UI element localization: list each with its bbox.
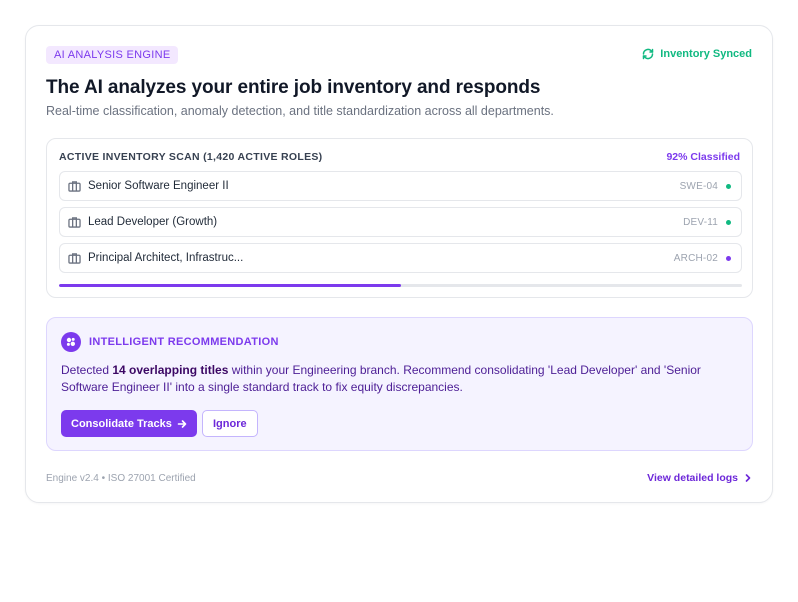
role-row[interactable]: Senior Software Engineer II SWE-04 [59, 171, 742, 201]
scan-progress-bar [59, 284, 742, 287]
role-row[interactable]: Lead Developer (Growth) DEV-11 [59, 207, 742, 237]
status-dot [726, 219, 731, 225]
role-list: Senior Software Engineer II SWE-04 Lead … [59, 171, 742, 279]
sync-status: Inventory Synced [642, 48, 752, 60]
recommendation-text-before: Detected [61, 363, 113, 377]
sync-status-label: Inventory Synced [660, 48, 752, 60]
briefcase-icon [68, 216, 81, 228]
ignore-button[interactable]: Ignore [202, 410, 258, 437]
briefcase-icon [68, 252, 81, 264]
view-detailed-logs-link[interactable]: View detailed logs [647, 472, 752, 484]
recommendation-panel: INTELLIGENT RECOMMENDATION Detected 14 o… [46, 317, 753, 451]
analysis-card: AI ANALYSIS ENGINE Inventory Synced The … [25, 25, 773, 503]
consolidate-tracks-label: Consolidate Tracks [71, 417, 172, 430]
refresh-icon [642, 48, 654, 60]
role-row[interactable]: Principal Architect, Infrastruc... ARCH-… [59, 243, 742, 273]
role-title: Lead Developer (Growth) [88, 216, 218, 228]
recommendation-heading: INTELLIGENT RECOMMENDATION [89, 336, 279, 348]
engine-version: Engine v2.4 • ISO 27001 Certified [46, 473, 196, 484]
sparkle-icon [61, 332, 81, 352]
chevron-right-icon [744, 474, 752, 482]
briefcase-icon [68, 180, 81, 192]
status-dot [726, 255, 731, 261]
view-detailed-logs-label: View detailed logs [647, 472, 738, 484]
page-subtitle: Real-time classification, anomaly detect… [46, 104, 554, 118]
recommendation-highlight: 14 overlapping titles [112, 363, 229, 377]
status-dot [726, 183, 731, 189]
inventory-scan-panel: ACTIVE INVENTORY SCAN (1,420 ACTIVE ROLE… [46, 138, 753, 298]
recommendation-text: Detected 14 overlapping titles within yo… [61, 362, 731, 396]
role-code: DEV-11 [683, 216, 718, 228]
arrow-right-icon [177, 419, 187, 429]
page-title: The AI analyzes your entire job inventor… [46, 77, 541, 98]
classified-percent: 92% Classified [666, 151, 740, 163]
role-title: Principal Architect, Infrastruc... [88, 252, 244, 264]
role-code: SWE-04 [679, 180, 718, 192]
scan-heading: ACTIVE INVENTORY SCAN (1,420 ACTIVE ROLE… [59, 151, 323, 163]
consolidate-tracks-button[interactable]: Consolidate Tracks [61, 410, 197, 437]
scan-progress-fill [59, 284, 401, 287]
role-title: Senior Software Engineer II [88, 180, 229, 192]
role-code: ARCH-02 [673, 252, 718, 264]
engine-badge: AI ANALYSIS ENGINE [46, 46, 179, 64]
